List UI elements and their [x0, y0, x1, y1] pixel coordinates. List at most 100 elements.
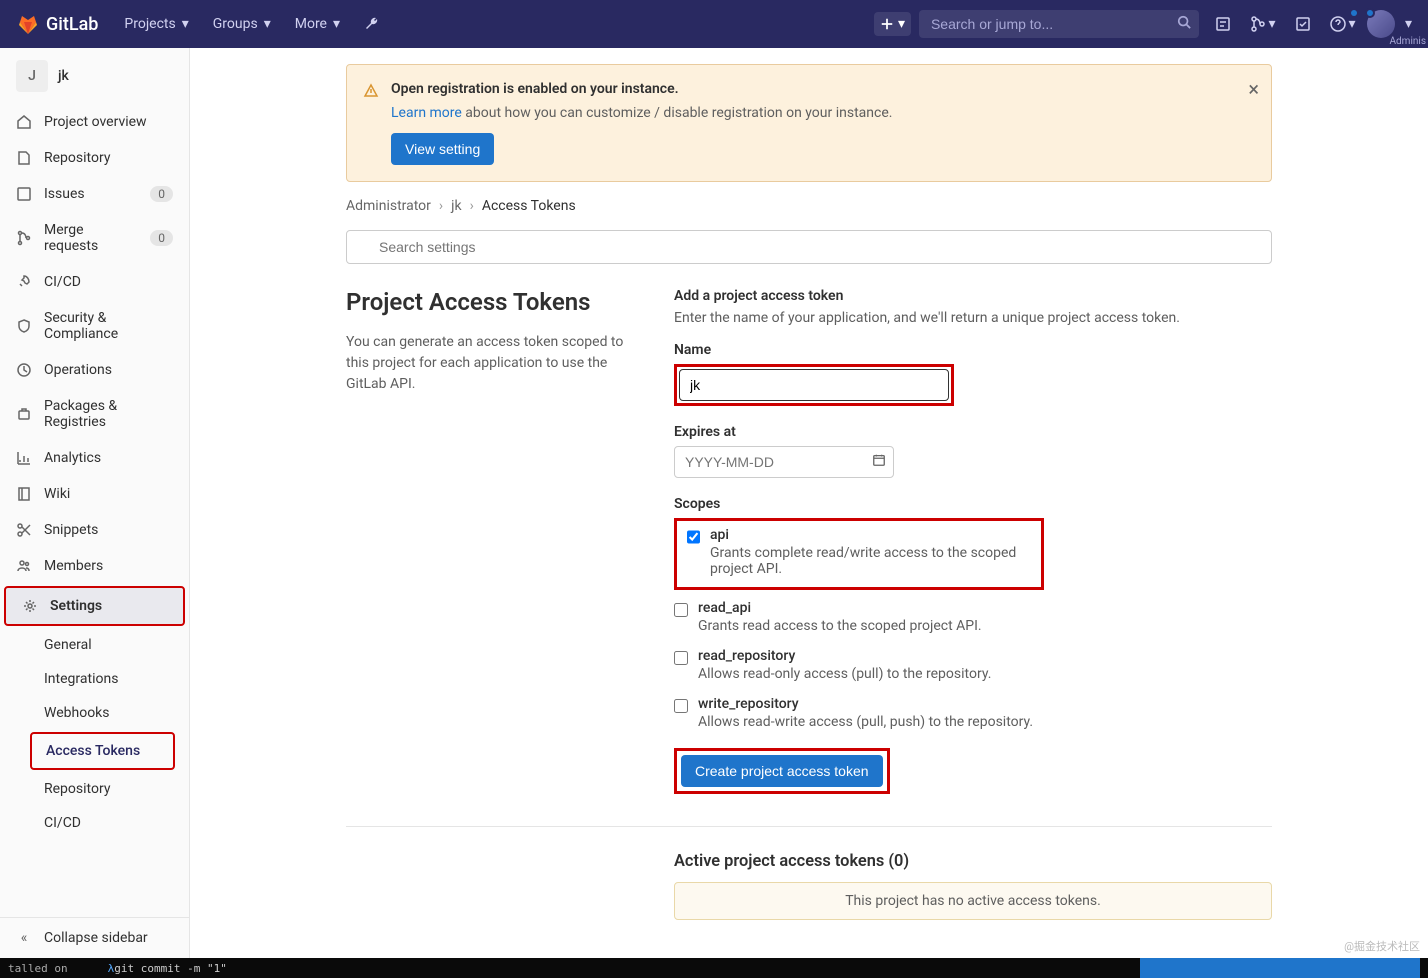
issues-icon: [1215, 16, 1231, 32]
question-icon: [1330, 16, 1346, 32]
issues-icon: [16, 186, 32, 202]
package-icon: [16, 406, 32, 422]
expires-input[interactable]: [674, 446, 894, 478]
breadcrumb-admin[interactable]: Administrator: [346, 198, 431, 214]
scope-write-repo-checkbox[interactable]: [674, 699, 688, 713]
merge-link[interactable]: ▾: [1247, 8, 1279, 40]
breadcrumb-project[interactable]: jk: [451, 198, 461, 214]
empty-tokens-message: This project has no active access tokens…: [674, 882, 1272, 920]
page-description: You can generate an access token scoped …: [346, 332, 626, 395]
sidebar-item-operations[interactable]: Operations: [0, 352, 189, 388]
chart-icon: [16, 450, 32, 466]
chevron-left-icon: «: [16, 930, 32, 946]
brand-text: GitLab: [46, 14, 98, 35]
merge-icon: [16, 230, 32, 246]
scope-read-repo-checkbox[interactable]: [674, 651, 688, 665]
user-label: Adminis: [1390, 36, 1426, 47]
logo[interactable]: GitLab: [16, 12, 98, 36]
chevron-down-icon: ▾: [1268, 16, 1275, 32]
home-icon: [16, 114, 32, 130]
sidebar-item-packages[interactable]: Packages & Registries: [0, 388, 189, 440]
calendar-icon[interactable]: [872, 453, 886, 471]
doc-icon: [16, 150, 32, 166]
breadcrumb-current: Access Tokens: [482, 198, 576, 214]
scopes-label: Scopes: [674, 496, 1272, 512]
sidebar-item-members[interactable]: Members: [0, 548, 189, 584]
user-menu[interactable]: [1367, 10, 1395, 38]
registration-alert: Open registration is enabled on your ins…: [346, 64, 1272, 182]
alert-learn-more-link[interactable]: Learn more: [391, 105, 462, 121]
top-nav: Projects▾ Groups▾ More▾: [114, 8, 390, 40]
book-icon: [16, 486, 32, 502]
nav-groups[interactable]: Groups▾: [203, 8, 281, 40]
sidebar-item-issues[interactable]: Issues0: [0, 176, 189, 212]
help-link[interactable]: ▾: [1327, 8, 1359, 40]
project-header[interactable]: J jk: [0, 48, 189, 104]
scope-read-api-checkbox[interactable]: [674, 603, 688, 617]
search-settings-input[interactable]: [346, 230, 1272, 264]
chevron-down-icon: ▾: [1348, 16, 1355, 32]
gitlab-icon: [16, 12, 40, 36]
ops-icon: [16, 362, 32, 378]
sidebar-item-merge[interactable]: Merge requests0: [0, 212, 189, 264]
create-token-button[interactable]: Create project access token: [681, 755, 883, 787]
sub-item-webhooks[interactable]: Webhooks: [0, 696, 189, 730]
sub-item-integrations[interactable]: Integrations: [0, 662, 189, 696]
todo-icon: [1295, 16, 1311, 32]
chevron-down-icon: ▾: [182, 16, 189, 32]
nav-more[interactable]: More▾: [285, 8, 350, 40]
scissors-icon: [16, 522, 32, 538]
add-token-heading: Add a project access token: [674, 288, 1272, 304]
nav-projects[interactable]: Projects▾: [114, 8, 198, 40]
global-search-input[interactable]: [919, 10, 1199, 38]
sidebar-item-settings[interactable]: Settings: [4, 586, 185, 626]
collapse-sidebar[interactable]: « Collapse sidebar: [0, 917, 189, 958]
new-dropdown[interactable]: ▾: [874, 12, 911, 36]
sub-item-cicd[interactable]: CI/CD: [0, 806, 189, 840]
scope-api: api Grants complete read/write access to…: [687, 527, 1031, 577]
chevron-down-icon: ▾: [264, 16, 271, 32]
warning-icon: [363, 83, 379, 165]
merge-count-badge: 0: [150, 230, 173, 246]
sub-item-access-tokens[interactable]: Access Tokens: [30, 732, 175, 770]
nav-admin-wrench[interactable]: [354, 8, 390, 40]
sidebar-item-snippets[interactable]: Snippets: [0, 512, 189, 548]
chevron-down-icon: ▾: [898, 16, 905, 32]
sidebar-item-repository[interactable]: Repository: [0, 140, 189, 176]
sidebar-item-cicd[interactable]: CI/CD: [0, 264, 189, 300]
wrench-icon: [364, 16, 380, 32]
close-icon[interactable]: ×: [1248, 77, 1259, 101]
issues-link[interactable]: [1207, 8, 1239, 40]
sidebar-item-overview[interactable]: Project overview: [0, 104, 189, 140]
active-tokens-heading: Active project access tokens (0): [674, 851, 1272, 870]
expires-label: Expires at: [674, 424, 1272, 440]
merge-icon: [1250, 16, 1266, 32]
project-avatar: J: [16, 60, 48, 92]
sidebar-item-analytics[interactable]: Analytics: [0, 440, 189, 476]
main-content: Open registration is enabled on your ins…: [190, 48, 1428, 958]
add-token-desc: Enter the name of your application, and …: [674, 310, 1272, 326]
chevron-down-icon: ▾: [333, 16, 340, 32]
gear-icon: [22, 598, 38, 614]
shield-icon: [16, 318, 32, 334]
breadcrumb: Administrator › jk › Access Tokens: [346, 198, 1272, 214]
sidebar-item-wiki[interactable]: Wiki: [0, 476, 189, 512]
view-setting-button[interactable]: View setting: [391, 133, 494, 165]
chevron-right-icon: ›: [470, 198, 474, 214]
scope-write-repo: write_repository Allows read-write acces…: [674, 696, 1272, 730]
name-label: Name: [674, 342, 1272, 358]
sub-item-general[interactable]: General: [0, 628, 189, 662]
scope-read-api: read_api Grants read access to the scope…: [674, 600, 1272, 634]
sub-item-repository[interactable]: Repository: [0, 772, 189, 806]
topbar: GitLab Projects▾ Groups▾ More▾ ▾ ▾ ▾ ▾ A…: [0, 0, 1428, 48]
scope-api-checkbox[interactable]: [687, 530, 700, 544]
plus-icon: [880, 17, 894, 31]
todos-link[interactable]: [1287, 8, 1319, 40]
sidebar-item-security[interactable]: Security & Compliance: [0, 300, 189, 352]
rocket-icon: [16, 274, 32, 290]
page-title: Project Access Tokens: [346, 288, 626, 316]
token-name-input[interactable]: [679, 369, 949, 401]
watermark: @掘金技术社区: [1344, 938, 1420, 954]
search-icon[interactable]: [1177, 15, 1191, 33]
alert-title: Open registration is enabled on your ins…: [391, 81, 1255, 97]
